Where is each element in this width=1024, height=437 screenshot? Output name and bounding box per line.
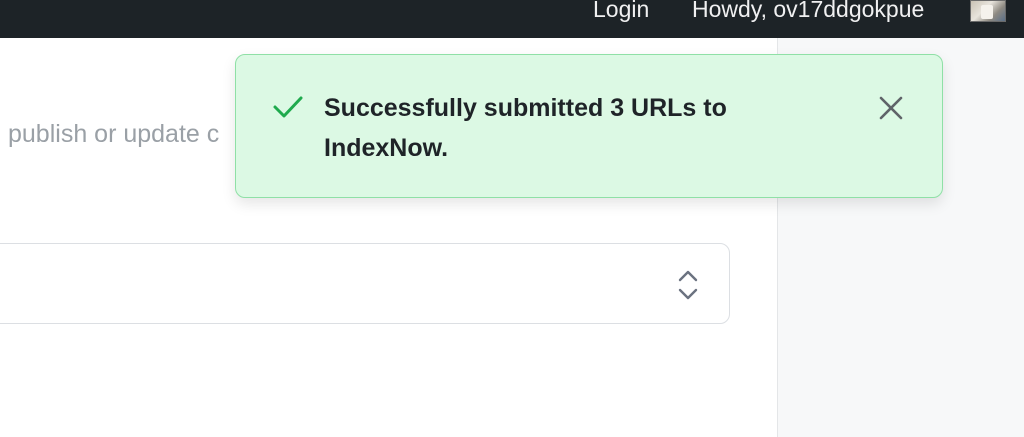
avatar[interactable] <box>970 0 1006 22</box>
chevron-up-down-icon <box>678 270 698 300</box>
login-link[interactable]: Login <box>593 0 649 22</box>
check-icon <box>273 96 303 118</box>
field-description: publish or update c <box>8 120 220 148</box>
close-icon[interactable] <box>876 93 906 123</box>
select-dropdown[interactable] <box>0 243 730 324</box>
admin-bar: Login Howdy, ov17ddgokpue <box>0 0 1024 38</box>
success-toast: Successfully submitted 3 URLs to IndexNo… <box>235 54 943 198</box>
howdy-user-menu[interactable]: Howdy, ov17ddgokpue <box>692 0 924 22</box>
toast-message: Successfully submitted 3 URLs to IndexNo… <box>324 94 727 162</box>
